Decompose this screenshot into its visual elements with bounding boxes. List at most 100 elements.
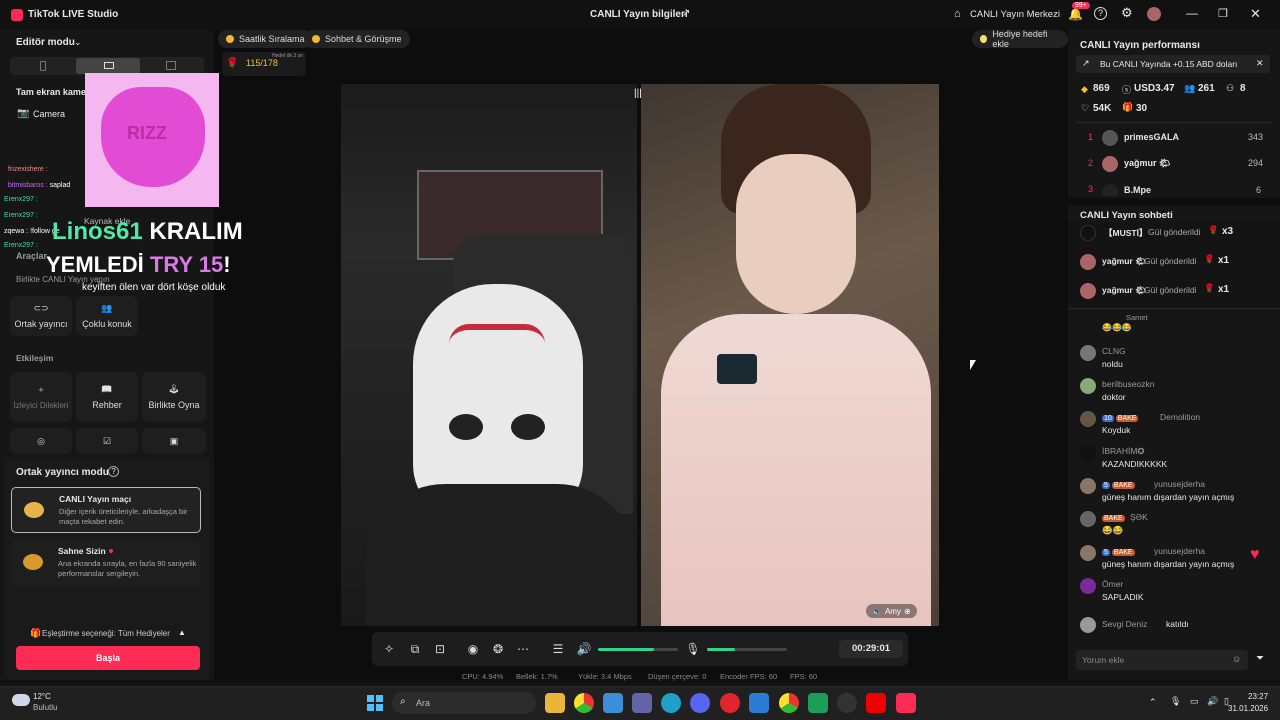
alert-line-2: YEMLEDİ TRY 15! (46, 252, 231, 277)
mail-icon[interactable] (749, 693, 769, 713)
comment-box[interactable]: Yorum ekle ☺ (1076, 650, 1248, 670)
dual-layout-icon[interactable] (166, 61, 176, 70)
chat-message[interactable]: Sevgi Deniz katıldı (1080, 617, 1270, 633)
rose-icon: 🌹 (1204, 283, 1215, 293)
audio-bars-icon[interactable]: ||| (634, 88, 642, 99)
network-icon[interactable]: ▭ (1190, 696, 1199, 707)
opera-icon[interactable] (720, 693, 740, 713)
live-timer: 00:29:01 (839, 640, 903, 658)
weather-temp[interactable]: 12°C (33, 692, 51, 701)
hourly-ranking-pill[interactable]: Saatlik Sıralama (218, 30, 313, 48)
chat-message[interactable]: berilbuseozkn doktor (1080, 378, 1270, 404)
leader-row[interactable]: 3 B.Mpe 6 (1080, 182, 1270, 196)
clock-date[interactable]: 31.01.2026 (1228, 704, 1268, 713)
magic-wand-icon[interactable]: ✧ (380, 640, 398, 658)
add-layer-icon[interactable]: ⧉ (406, 640, 424, 658)
gift-message: yağmur 🌤 Gül gönderildi 🌹 x1 (1080, 254, 1270, 270)
play-together-button[interactable]: 🕹 Birlikte Oyna (142, 372, 206, 422)
volume-tray-icon[interactable]: 🔊 (1207, 696, 1218, 707)
leader-row[interactable]: 2 yağmur 🌤 294 (1080, 156, 1270, 172)
chat-heading: CANLI Yayın sohbeti (1080, 210, 1173, 221)
volume-icon[interactable]: 🔊 (575, 640, 593, 658)
chat-message[interactable]: Ömer SAPLADIK (1080, 578, 1270, 604)
help-icon[interactable]: ? (1094, 7, 1107, 20)
cohost-button[interactable]: ⊂⊃ Ortak yayıncı (10, 296, 72, 336)
close-icon[interactable]: ✕ (1256, 58, 1264, 69)
diamond-icon: ◆ (1081, 84, 1088, 94)
file-explorer-icon[interactable] (545, 693, 565, 713)
editor-mode-dropdown[interactable]: Editör modu (16, 37, 75, 48)
youtube-icon[interactable] (866, 693, 886, 713)
chat-message[interactable]: Samet 😂😂😂 (1080, 313, 1270, 335)
bell-icon[interactable]: 🔔 (1068, 7, 1083, 21)
live-center-button[interactable]: CANLI Yayın Merkezi (970, 9, 1060, 20)
share-icon[interactable]: ↗ (682, 8, 690, 19)
mic-slider[interactable] (707, 648, 787, 651)
chat-message[interactable]: BAKE ŞƏK 😂😂 (1080, 511, 1270, 537)
fit-screen-icon[interactable]: ⊡ (431, 640, 449, 658)
viewer-wishes-button[interactable]: ✦ İzleyici Dilekleri (10, 372, 72, 422)
effects-icon[interactable]: ❂ (489, 640, 507, 658)
weather-desc[interactable]: Bulutlu (33, 703, 57, 712)
minimize-icon[interactable]: — (1186, 6, 1198, 20)
mic-icon[interactable]: 🎙 (684, 640, 702, 658)
teams-icon[interactable] (632, 693, 652, 713)
info-icon[interactable]: ? (108, 466, 119, 477)
chat-message[interactable]: 10 BAKE Demolition Koyduk (1080, 411, 1270, 437)
encoder-stat: Encoder FPS: 60 (720, 672, 778, 681)
stage-option[interactable]: Sahne Sizin Ana ekranda sırayla, en fazl… (11, 540, 201, 586)
guide-button[interactable]: 📖 Rehber (76, 372, 138, 422)
matching-preference[interactable]: Eşleştirme seçeneği: Tüm Hediyeler (42, 629, 170, 638)
stream-info-title[interactable]: CANLI Yayın bilgileri (590, 9, 688, 20)
emoji-icon[interactable]: ☺ (1232, 654, 1241, 664)
close-icon[interactable]: ✕ (1250, 6, 1261, 22)
tool-tile-6[interactable]: ▣ (142, 428, 206, 454)
gift-goal-pill[interactable]: Hediye hedefi ekle (972, 29, 1068, 49)
eye-right (511, 414, 545, 440)
start-icon[interactable] (367, 695, 383, 711)
avatar[interactable] (1147, 7, 1161, 21)
tool-tile-5[interactable]: ☑ (76, 428, 138, 454)
clock-time[interactable]: 23:27 (1248, 692, 1268, 701)
guest-face (736, 154, 856, 314)
tiktok-studio-icon[interactable] (896, 693, 916, 713)
performance-heading: CANLI Yayın performansı (1080, 40, 1200, 51)
volume-slider[interactable] (598, 648, 678, 651)
chat-call-pill[interactable]: Sohbet & Görüşme (304, 30, 410, 48)
edge-icon[interactable] (661, 693, 681, 713)
chat-message[interactable]: 5 BAKE yunusejderha güneş hanım dışardan … (1080, 545, 1270, 571)
settings-sliders-icon[interactable]: ☰ (549, 640, 567, 658)
search-box[interactable]: ⌕ Ara (392, 692, 536, 714)
tray-mic-icon[interactable]: 🎙 (1170, 696, 1181, 707)
photos-icon[interactable] (603, 693, 623, 713)
guest-tag[interactable]: 🔈 Amy ⊕ (866, 604, 917, 618)
chat-message[interactable]: CLNG noldu (1080, 345, 1270, 371)
multi-guest-button[interactable]: 👥 Çoklu konuk (76, 296, 138, 336)
discord-icon[interactable] (690, 693, 710, 713)
target-icon: ◎ (37, 435, 45, 446)
chrome-icon[interactable] (574, 693, 594, 713)
chevron-up-icon[interactable]: ▲ (178, 628, 186, 637)
filter-icon[interactable]: ⏷ (1256, 653, 1264, 664)
landscape-layout-button[interactable] (76, 58, 140, 74)
start-button[interactable]: Başla (16, 646, 200, 670)
tool-tile-4[interactable]: ◎ (10, 428, 72, 454)
gift-count: 30 (1136, 103, 1148, 114)
record-icon[interactable]: ◉ (464, 640, 482, 658)
live-match-option[interactable]: CANLI Yayın maçı Diğer içerik üreticiler… (11, 487, 201, 533)
chrome-active-icon[interactable] (779, 693, 799, 713)
chevron-down-icon[interactable]: ⌄ (74, 37, 82, 48)
floating-heart-icon: ♥ (1250, 546, 1260, 563)
chat-message[interactable]: İBRAHİM✪ KAZANDIKKKKK (1080, 445, 1270, 471)
avatar (1080, 225, 1096, 241)
leader-row[interactable]: 1 primesGALA 343 (1080, 130, 1270, 146)
gear-icon[interactable]: ⚙ (1121, 5, 1133, 21)
camera-source[interactable]: Camera (33, 109, 65, 119)
tray-chevron-icon[interactable]: ⌃ (1149, 697, 1157, 708)
more-icon[interactable]: ⋯ (514, 640, 532, 658)
maximize-icon[interactable]: ❐ (1218, 7, 1228, 20)
obs-icon[interactable] (837, 693, 857, 713)
app-icon[interactable] (808, 693, 828, 713)
portrait-layout-icon[interactable] (40, 61, 46, 71)
chat-message[interactable]: 5 BAKE yunusejderha güneş hanım dışardan … (1080, 478, 1270, 504)
